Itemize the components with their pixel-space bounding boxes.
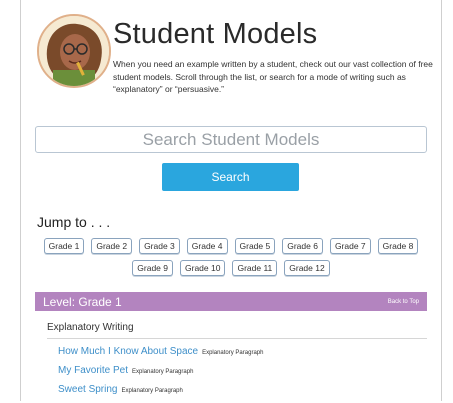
jump-to-label: Jump to . . . [37, 214, 111, 230]
back-to-top-link[interactable]: Back to Top [388, 299, 419, 305]
grade-button-2[interactable]: Grade 2 [91, 238, 133, 254]
level-title: Level: Grade 1 [43, 294, 122, 309]
grade-button-4[interactable]: Grade 4 [186, 238, 228, 254]
grade-jump-list: Grade 1 Grade 2 Grade 3 Grade 4 Grade 5 … [41, 238, 421, 276]
grade-button-1[interactable]: Grade 1 [43, 238, 85, 254]
search-button[interactable]: Search [162, 163, 299, 191]
section-title: Explanatory Writing [47, 322, 134, 333]
page-intro: When you need an example written by a st… [113, 59, 433, 94]
divider [47, 338, 427, 339]
grade-button-10[interactable]: Grade 10 [180, 260, 226, 276]
model-link[interactable]: My Favorite Pet [58, 365, 128, 376]
grade-button-11[interactable]: Grade 11 [232, 260, 278, 276]
student-avatar-illustration [39, 16, 109, 86]
list-item: Sweet Spring Explanatory Paragraph [58, 384, 263, 403]
grade-button-7[interactable]: Grade 7 [329, 238, 371, 254]
page-frame: Student Models When you need an example … [20, 0, 442, 401]
model-link[interactable]: Sweet Spring [58, 384, 117, 395]
grade-button-8[interactable]: Grade 8 [377, 238, 419, 254]
grade-button-5[interactable]: Grade 5 [234, 238, 276, 254]
model-list: How Much I Know About Space Explanatory … [58, 346, 263, 403]
search-input[interactable]: Search Student Models [35, 126, 427, 153]
grade-button-3[interactable]: Grade 3 [139, 238, 180, 254]
model-type: Explanatory Paragraph [202, 350, 264, 356]
grade-button-12[interactable]: Grade 12 [284, 260, 330, 276]
avatar [37, 14, 111, 88]
model-link[interactable]: How Much I Know About Space [58, 346, 198, 357]
model-type: Explanatory Paragraph [132, 369, 194, 375]
model-type: Explanatory Paragraph [121, 388, 183, 394]
list-item: My Favorite Pet Explanatory Paragraph [58, 365, 263, 384]
level-header-bar: Level: Grade 1 Back to Top [35, 292, 427, 311]
page-title: Student Models [113, 18, 318, 50]
grade-button-9[interactable]: Grade 9 [132, 260, 173, 276]
grade-button-6[interactable]: Grade 6 [282, 238, 323, 254]
list-item: How Much I Know About Space Explanatory … [58, 346, 263, 365]
